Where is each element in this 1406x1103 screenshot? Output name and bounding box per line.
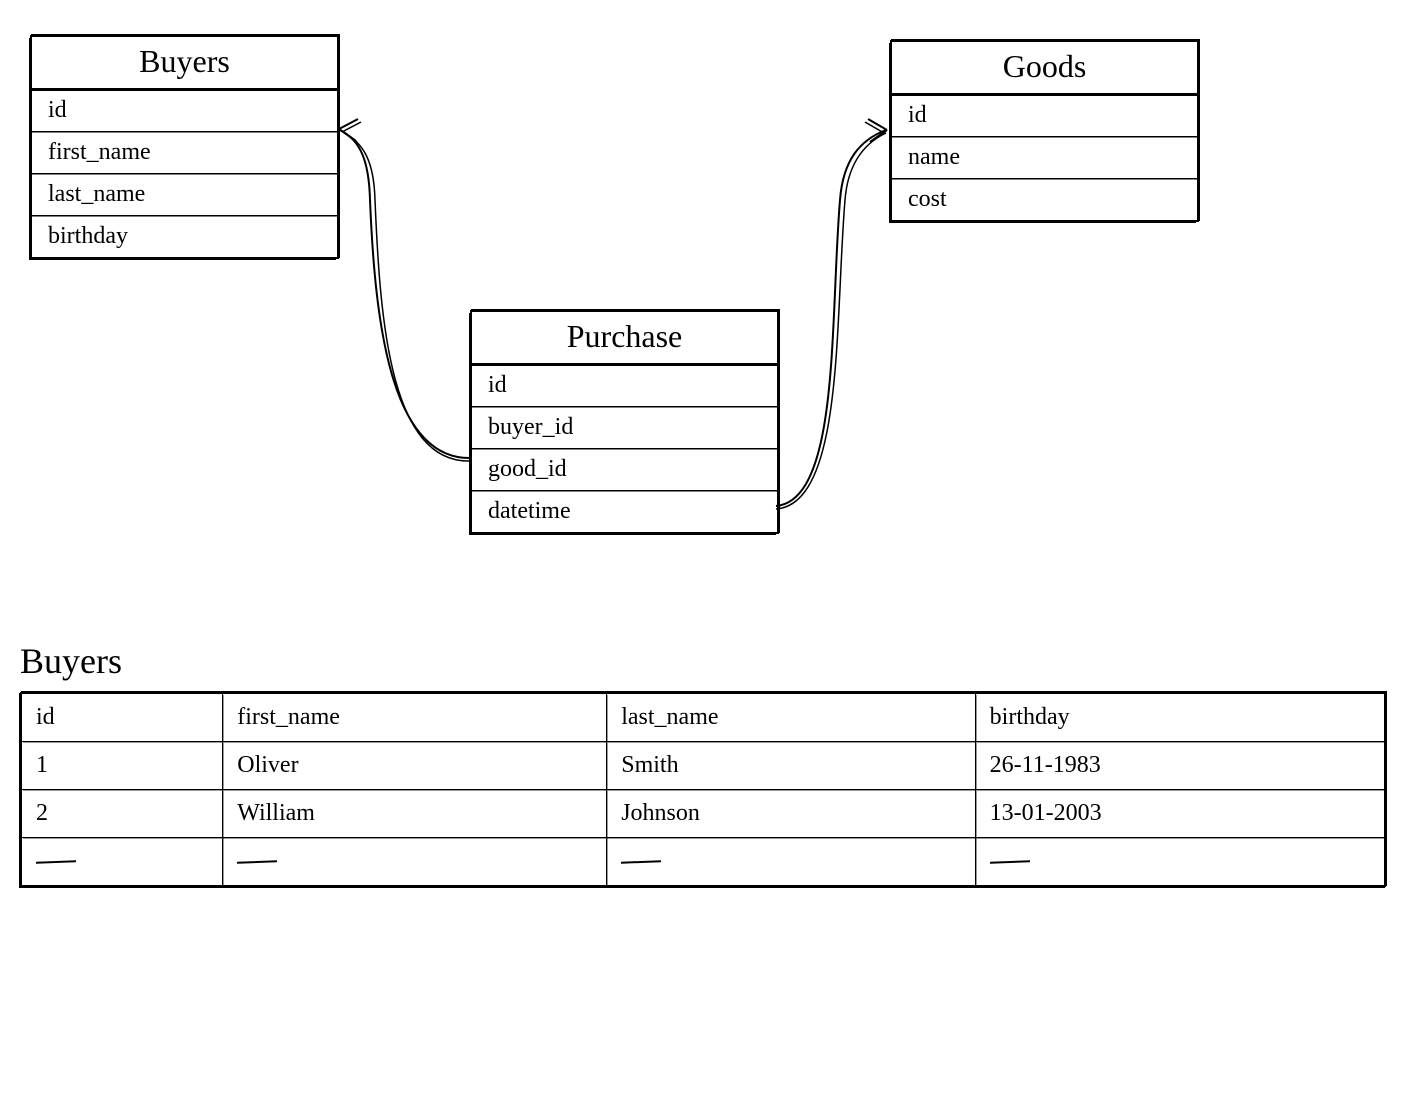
buyers-data-table: id first_name last_name birthday 1 Olive… <box>20 692 1386 887</box>
table-row: 1 Oliver Smith 26-11-1983 <box>22 742 1384 790</box>
entity-buyers-field: last_name <box>32 174 337 216</box>
data-table-title: Buyers <box>20 640 1386 682</box>
entity-purchase-title: Purchase <box>472 312 777 365</box>
table-header: id <box>22 694 223 742</box>
entity-buyers-field: id <box>32 90 337 132</box>
table-cell: Smith <box>607 742 975 790</box>
table-row <box>22 838 1384 885</box>
entity-purchase-field: id <box>472 365 777 407</box>
table-header-row: id first_name last_name birthday <box>22 694 1384 742</box>
table-cell <box>976 838 1384 885</box>
entity-goods-field: cost <box>892 179 1197 220</box>
table-cell: Johnson <box>607 790 975 838</box>
table-cell: 13-01-2003 <box>976 790 1384 838</box>
entity-goods-field: name <box>892 137 1197 179</box>
entity-buyers-field: first_name <box>32 132 337 174</box>
entity-goods-title: Goods <box>892 42 1197 95</box>
table-cell <box>223 838 607 885</box>
dash-icon <box>237 861 277 864</box>
entity-purchase-field: datetime <box>472 491 777 532</box>
dash-icon <box>990 861 1030 864</box>
entity-buyers: Buyers id first_name last_name birthday <box>30 35 339 259</box>
entity-buyers-field: birthday <box>32 216 337 257</box>
dash-icon <box>621 861 661 864</box>
entity-buyers-title: Buyers <box>32 37 337 90</box>
table-cell: William <box>223 790 607 838</box>
table-cell: 26-11-1983 <box>976 742 1384 790</box>
table-cell: Oliver <box>223 742 607 790</box>
table-header: last_name <box>607 694 975 742</box>
table-cell <box>22 838 223 885</box>
entity-goods-field: id <box>892 95 1197 137</box>
table-cell <box>607 838 975 885</box>
table-row: 2 William Johnson 13-01-2003 <box>22 790 1384 838</box>
table-header: first_name <box>223 694 607 742</box>
entity-goods: Goods id name cost <box>890 40 1199 222</box>
table-cell: 2 <box>22 790 223 838</box>
table-header: birthday <box>976 694 1384 742</box>
dash-icon <box>36 861 76 864</box>
table-cell: 1 <box>22 742 223 790</box>
entity-purchase: Purchase id buyer_id good_id datetime <box>470 310 779 534</box>
er-diagram-canvas: Buyers id first_name last_name birthday … <box>20 20 1386 610</box>
entity-purchase-field: good_id <box>472 449 777 491</box>
entity-purchase-field: buyer_id <box>472 407 777 449</box>
